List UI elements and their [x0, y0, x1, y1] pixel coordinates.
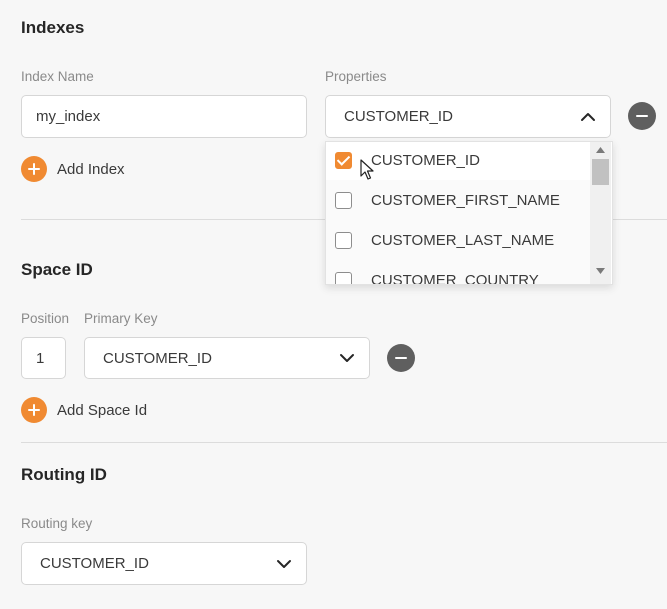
routing-key-value: CUSTOMER_ID — [40, 555, 149, 572]
add-index-label: Add Index — [57, 160, 125, 178]
remove-space-id-button[interactable] — [387, 344, 415, 372]
dropdown-scrollbar[interactable] — [590, 142, 611, 284]
position-label: Position — [21, 311, 70, 326]
chevron-down-icon — [277, 559, 291, 568]
index-name-label: Index Name — [21, 69, 94, 84]
section-divider — [21, 442, 667, 443]
chevron-down-icon — [340, 354, 354, 362]
position-input[interactable]: 1 — [21, 337, 66, 379]
plus-circle-icon — [21, 156, 47, 182]
indexes-title: Indexes — [21, 18, 85, 37]
minus-circle-icon — [395, 357, 407, 359]
mouse-pointer-icon — [360, 159, 374, 180]
primary-key-value: CUSTOMER_ID — [103, 349, 212, 367]
checkbox-icon[interactable] — [335, 271, 352, 284]
properties-select[interactable]: CUSTOMER_ID — [325, 95, 611, 138]
properties-selected-value: CUSTOMER_ID — [344, 108, 453, 125]
scroll-up-arrow-icon[interactable] — [596, 147, 605, 153]
scroll-down-arrow-icon[interactable] — [596, 268, 605, 274]
position-value: 1 — [36, 349, 45, 367]
scrollbar-thumb[interactable] — [592, 159, 609, 185]
checkbox-icon[interactable] — [335, 231, 352, 249]
checkbox-icon[interactable] — [335, 191, 352, 209]
routing-id-title: Routing ID — [21, 465, 107, 484]
option-label: CUSTOMER_ID — [371, 151, 480, 169]
add-space-id-button[interactable]: Add Space Id — [21, 397, 147, 423]
option-label: CUSTOMER_LAST_NAME — [371, 231, 555, 249]
dropdown-option[interactable]: CUSTOMER_FIRST_NAME — [326, 180, 590, 220]
option-label: CUSTOMER_FIRST_NAME — [371, 191, 560, 209]
routing-key-select[interactable]: CUSTOMER_ID — [21, 542, 307, 585]
routing-key-label: Routing key — [21, 516, 93, 531]
dropdown-option[interactable]: CUSTOMER_COUNTRY — [326, 260, 590, 285]
properties-label: Properties — [325, 69, 387, 84]
primary-key-select[interactable]: CUSTOMER_ID — [84, 337, 370, 379]
minus-circle-icon — [636, 115, 648, 117]
plus-circle-icon — [21, 397, 47, 423]
add-space-id-label: Add Space Id — [57, 401, 148, 419]
dropdown-option[interactable]: CUSTOMER_LAST_NAME — [326, 220, 590, 260]
index-name-value: my_index — [36, 108, 101, 125]
chevron-up-icon — [581, 112, 595, 121]
option-label: CUSTOMER_COUNTRY — [371, 271, 539, 285]
primary-key-label: Primary Key — [84, 311, 158, 326]
space-id-title: Space ID — [21, 260, 93, 279]
checkbox-checked-icon[interactable] — [335, 151, 352, 169]
remove-index-button[interactable] — [628, 102, 656, 130]
index-name-input[interactable]: my_index — [21, 95, 307, 138]
add-index-button[interactable]: Add Index — [21, 156, 125, 182]
